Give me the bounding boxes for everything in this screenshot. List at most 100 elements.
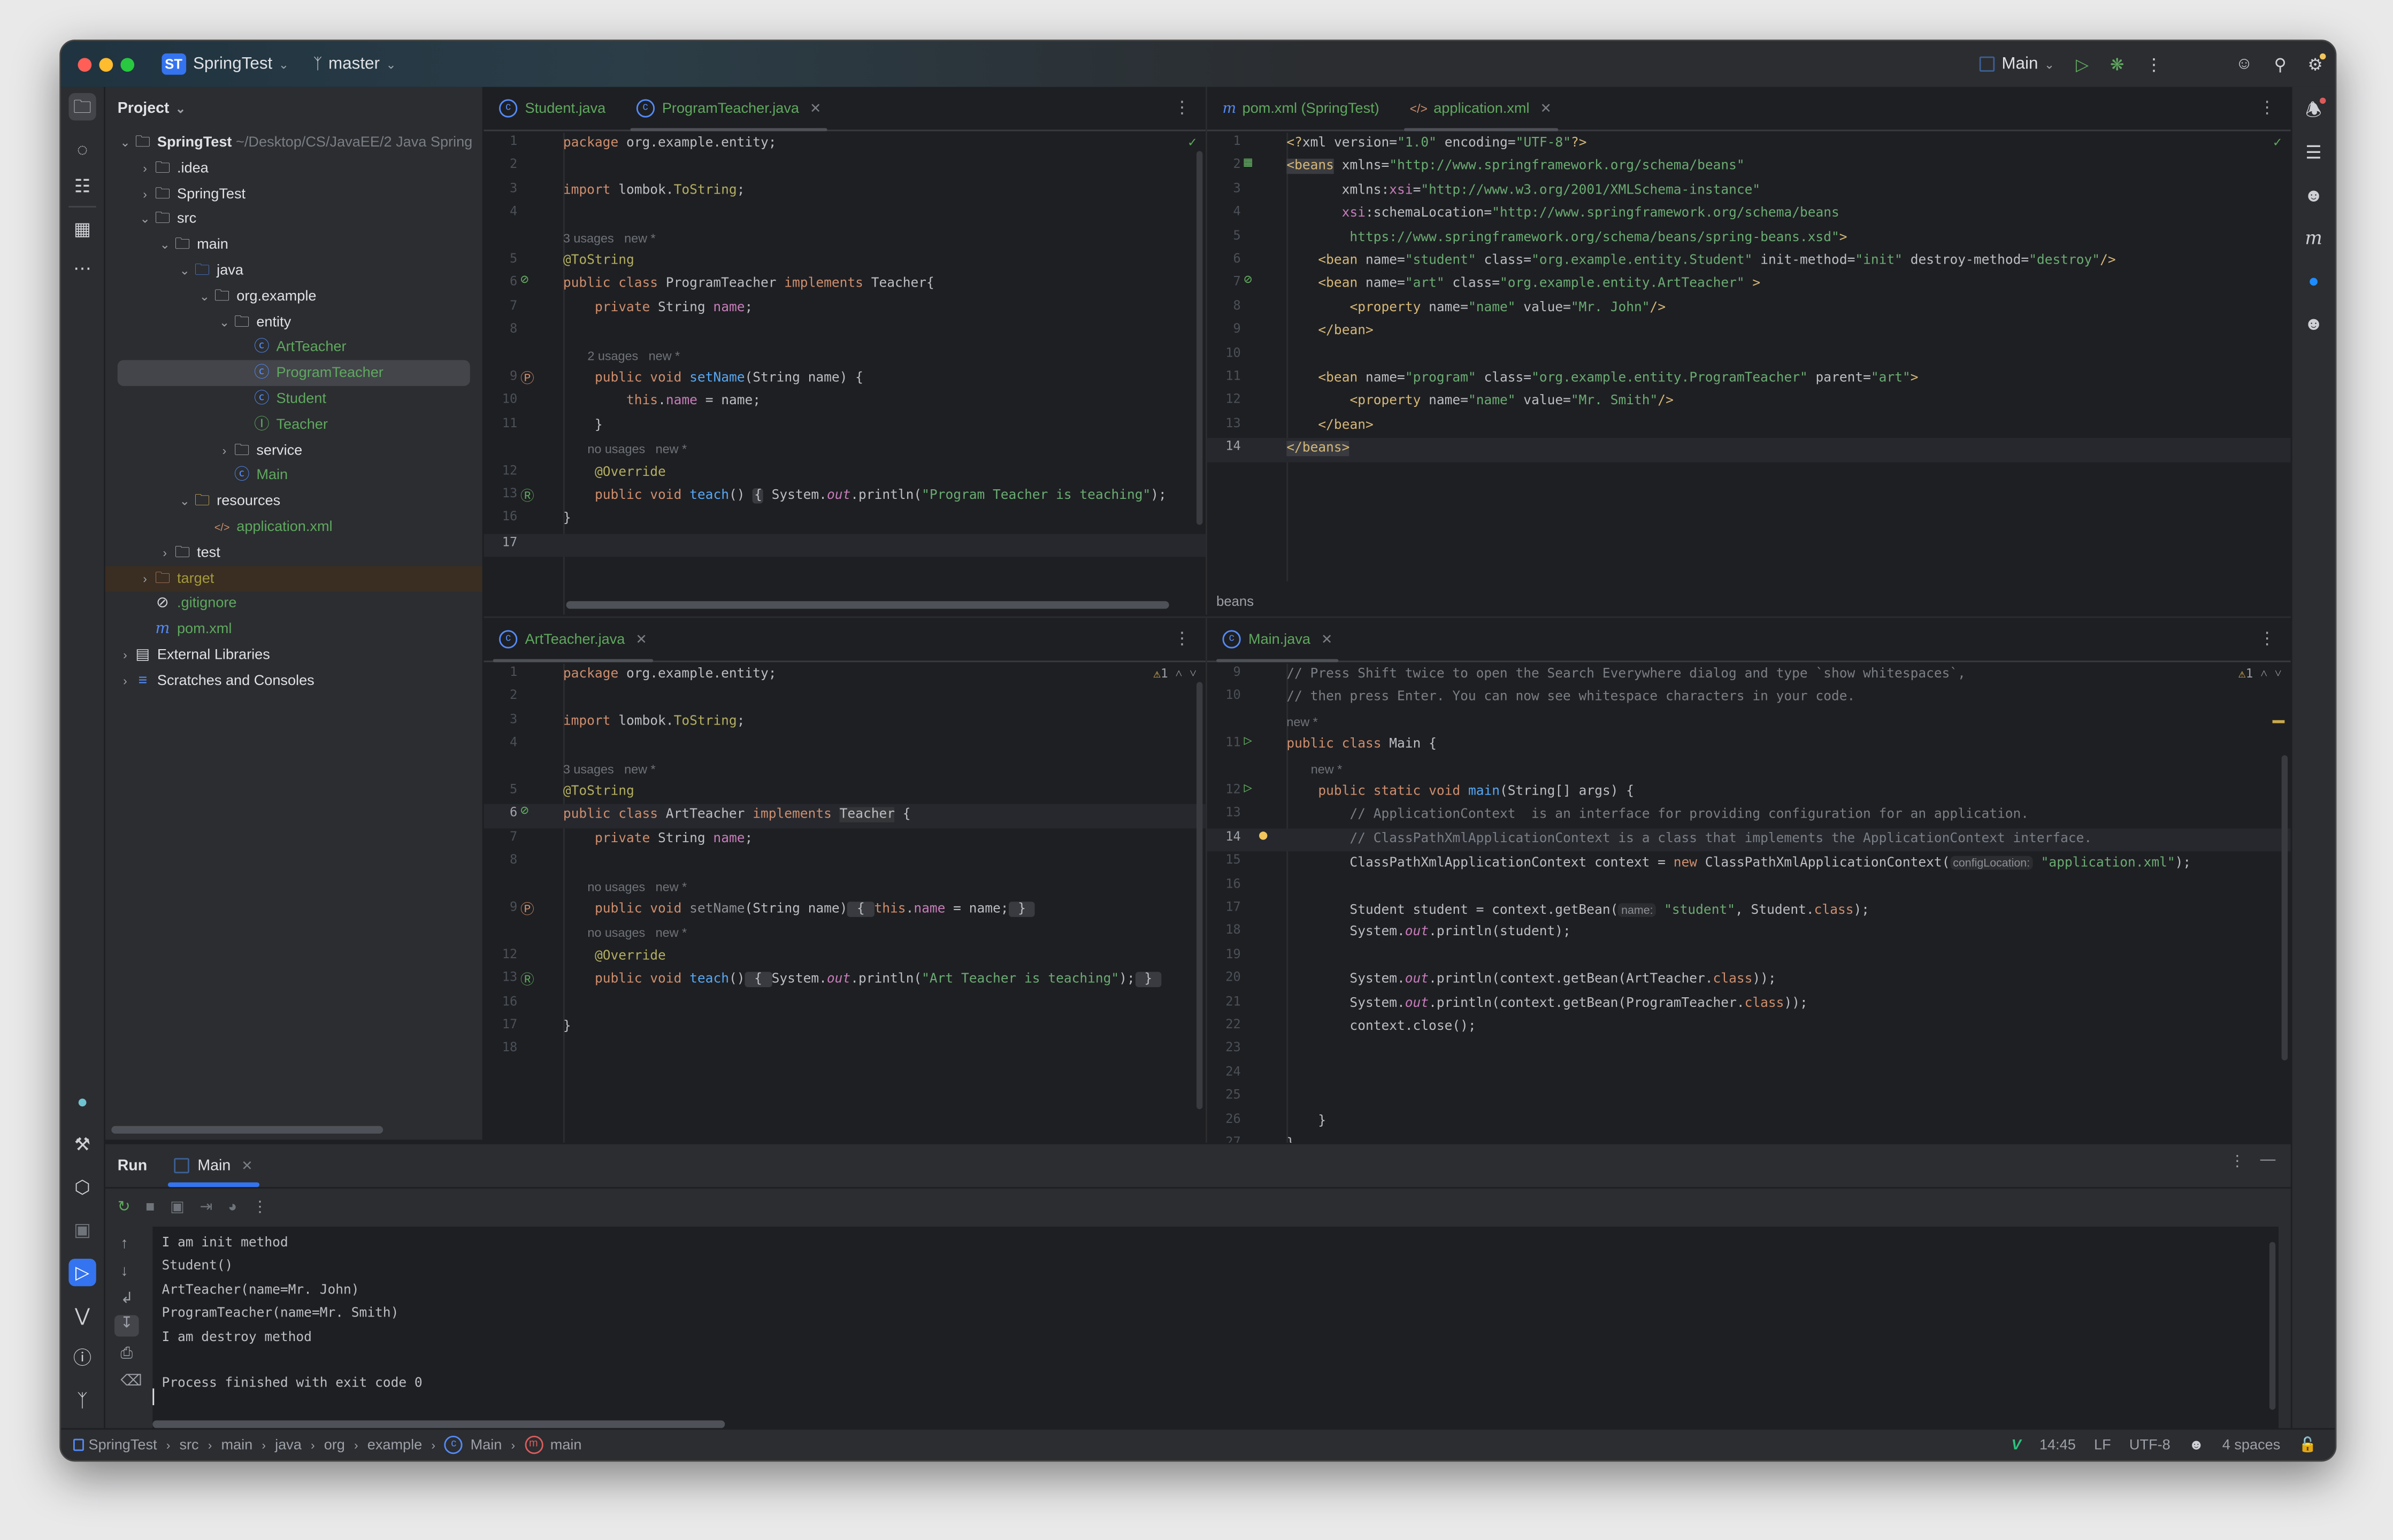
tree-item[interactable]: › ≡ Scratches and Consoles: [105, 668, 482, 694]
console-vertical-scrollbar[interactable]: [2269, 1242, 2276, 1410]
chevron-down-icon[interactable]: ⌄: [137, 206, 153, 233]
tree-item[interactable]: ⌄ 🗀 main: [105, 232, 482, 258]
run-class-icon[interactable]: ▷: [1244, 734, 1252, 750]
add-user-icon[interactable]: ☺: [2236, 55, 2253, 73]
more-options-icon[interactable]: ⋮: [2259, 629, 2275, 648]
tree-item[interactable]: › ▤ External Libraries: [105, 642, 482, 668]
xml-breadcrumb[interactable]: beans: [1216, 594, 1254, 609]
warnings-indicator[interactable]: ⚠1 ˄ ˅: [1153, 667, 1196, 681]
tree-item[interactable]: ⌄ 🗀 SpringTest ~/Desktop/CS/JavaEE/2 Java …: [105, 130, 482, 156]
run-config-selector[interactable]: Main ⌄: [1978, 55, 2054, 73]
chevron-down-icon[interactable]: ⌄: [217, 309, 232, 335]
tree-item[interactable]: ⓒ Student: [105, 386, 482, 412]
plugin-icon[interactable]: ●: [68, 1088, 96, 1115]
run-tab-main[interactable]: Main ✕: [168, 1144, 259, 1187]
more-options-icon[interactable]: ⋮: [2259, 98, 2275, 117]
minimize-panel-icon[interactable]: —: [2260, 1152, 2276, 1168]
indent-setting[interactable]: 4 spaces: [2222, 1436, 2281, 1453]
tree-item[interactable]: ⓒ Main: [105, 463, 482, 489]
more-actions-icon[interactable]: ⋮: [2145, 54, 2162, 74]
problems-icon[interactable]: ⓘ: [68, 1344, 96, 1372]
vim-plugin-icon[interactable]: V: [2012, 1436, 2021, 1453]
tree-item[interactable]: › 🗀 service: [105, 437, 482, 464]
services-icon[interactable]: ⬡: [68, 1173, 96, 1200]
tree-item[interactable]: ⌄ 🗀 java: [105, 258, 482, 284]
implemented-interface-icon[interactable]: ⊘: [520, 805, 528, 820]
close-tab-icon[interactable]: ✕: [810, 100, 822, 117]
more-actions-icon[interactable]: ⋮: [252, 1198, 268, 1215]
search-icon[interactable]: ⚲: [2274, 54, 2287, 74]
editor-vertical-scrollbar[interactable]: [2281, 755, 2288, 1061]
tree-item[interactable]: ⌄ 🗀 src: [105, 206, 482, 233]
close-window-button[interactable]: [78, 57, 92, 71]
chevron-down-icon[interactable]: ⌄: [118, 130, 133, 156]
tree-item[interactable]: ⌄ 🗀 org.example: [105, 283, 482, 310]
project-panel-header[interactable]: Project ⌄: [105, 87, 482, 130]
read-only-lock-icon[interactable]: 🔓: [2299, 1436, 2317, 1453]
scroll-down-icon[interactable]: ↓: [120, 1264, 128, 1280]
project-folder-icon[interactable]: 🗀: [68, 93, 96, 121]
chevron-right-icon[interactable]: ›: [137, 565, 153, 591]
more-tools-icon[interactable]: ⋯: [68, 255, 96, 282]
breadcrumb-item[interactable]: java: [275, 1436, 302, 1453]
chevron-down-icon[interactable]: ⌄: [157, 232, 173, 258]
spring-property-icon[interactable]: Ⓟ: [520, 368, 534, 388]
tree-item[interactable]: ⓒ ProgramTeacher: [117, 360, 470, 387]
code-area[interactable]: ✓ 1 package org.example.entity; 2 3 import…: [484, 133, 1206, 615]
spring-property-icon[interactable]: Ⓟ: [520, 899, 534, 919]
close-tab-icon[interactable]: ✕: [1321, 631, 1333, 648]
tree-item[interactable]: › 🗀 target: [105, 565, 482, 591]
screenshot-icon[interactable]: ▣: [170, 1198, 185, 1215]
clear-trash-icon[interactable]: ⌫: [120, 1373, 142, 1390]
breadcrumb-item[interactable]: org: [324, 1436, 345, 1453]
console-horizontal-scrollbar[interactable]: [152, 1420, 725, 1428]
stop-icon[interactable]: ■: [145, 1198, 155, 1215]
more-options-icon[interactable]: ⋮: [2230, 1153, 2245, 1170]
terminal-icon[interactable]: ⋁: [68, 1302, 96, 1329]
tree-item[interactable]: ⌄ 🗀 resources: [105, 489, 482, 515]
close-tab-icon[interactable]: ✕: [241, 1157, 253, 1174]
usages-hint[interactable]: 3 usages: [563, 762, 614, 776]
chevron-right-icon[interactable]: ›: [137, 181, 153, 207]
breadcrumb-item[interactable]: main: [221, 1436, 252, 1453]
soft-wrap-icon[interactable]: ↲: [120, 1291, 133, 1307]
tab-art-teacher-java[interactable]: c ArtTeacher.java ✕: [484, 618, 662, 663]
spring-beans-icon[interactable]: ▦: [1244, 156, 1252, 172]
maximize-window-button[interactable]: [120, 57, 135, 71]
warnings-indicator[interactable]: ⚠1 ˄ ˅: [2238, 667, 2282, 681]
minimize-window-button[interactable]: [99, 57, 113, 71]
intention-bulb-icon[interactable]: ●: [1259, 828, 1267, 844]
chevron-right-icon[interactable]: ›: [217, 437, 232, 464]
notifications-bell-icon[interactable]: 🕭: [2300, 96, 2327, 124]
chevron-right-icon[interactable]: ›: [118, 668, 133, 694]
line-separator[interactable]: LF: [2094, 1436, 2111, 1453]
git-icon[interactable]: ᛉ: [68, 1387, 96, 1414]
console-output[interactable]: I am init method Student() ArtTeacher(name…: [152, 1227, 2279, 1431]
implements-method-icon[interactable]: Ⓡ: [520, 485, 534, 505]
usages-hint[interactable]: 2 usages: [587, 349, 638, 363]
caret-position[interactable]: 14:45: [2039, 1436, 2076, 1453]
breadcrumb-item[interactable]: main: [550, 1436, 582, 1453]
breadcrumb-item[interactable]: src: [179, 1436, 198, 1453]
tree-item[interactable]: Ⓘ Teacher: [105, 412, 482, 438]
tab-program-teacher-java[interactable]: c ProgramTeacher.java ✕: [621, 87, 837, 132]
spring-bean-icon[interactable]: ⊘: [1244, 274, 1252, 289]
warning-marker[interactable]: [2272, 720, 2285, 723]
copilot-icon[interactable]: ☻: [2300, 182, 2327, 209]
more-options-icon[interactable]: ⋮: [1174, 629, 1190, 648]
import-icon[interactable]: ⇥: [200, 1198, 212, 1215]
editor-horizontal-scrollbar[interactable]: [566, 601, 1169, 609]
project-horizontal-scrollbar[interactable]: [111, 1126, 384, 1134]
tree-item[interactable]: › 🗀 test: [105, 540, 482, 566]
tree-item[interactable]: › 🗀 SpringTest: [105, 181, 482, 207]
chevron-down-icon[interactable]: ⌄: [197, 283, 212, 310]
tab-student-java[interactable]: c Student.java: [484, 87, 620, 130]
close-tab-icon[interactable]: ✕: [635, 631, 647, 648]
endpoints-icon[interactable]: ▣: [68, 1216, 96, 1243]
debug-icon[interactable]: ❋: [2110, 54, 2124, 74]
chevron-down-icon[interactable]: ⌄: [177, 258, 193, 284]
chevron-right-icon[interactable]: ›: [118, 642, 133, 668]
database-icon[interactable]: ☰: [2300, 139, 2327, 166]
chevron-down-icon[interactable]: ⌄: [177, 489, 193, 515]
chat-bubble-icon[interactable]: ●: [2300, 267, 2327, 294]
